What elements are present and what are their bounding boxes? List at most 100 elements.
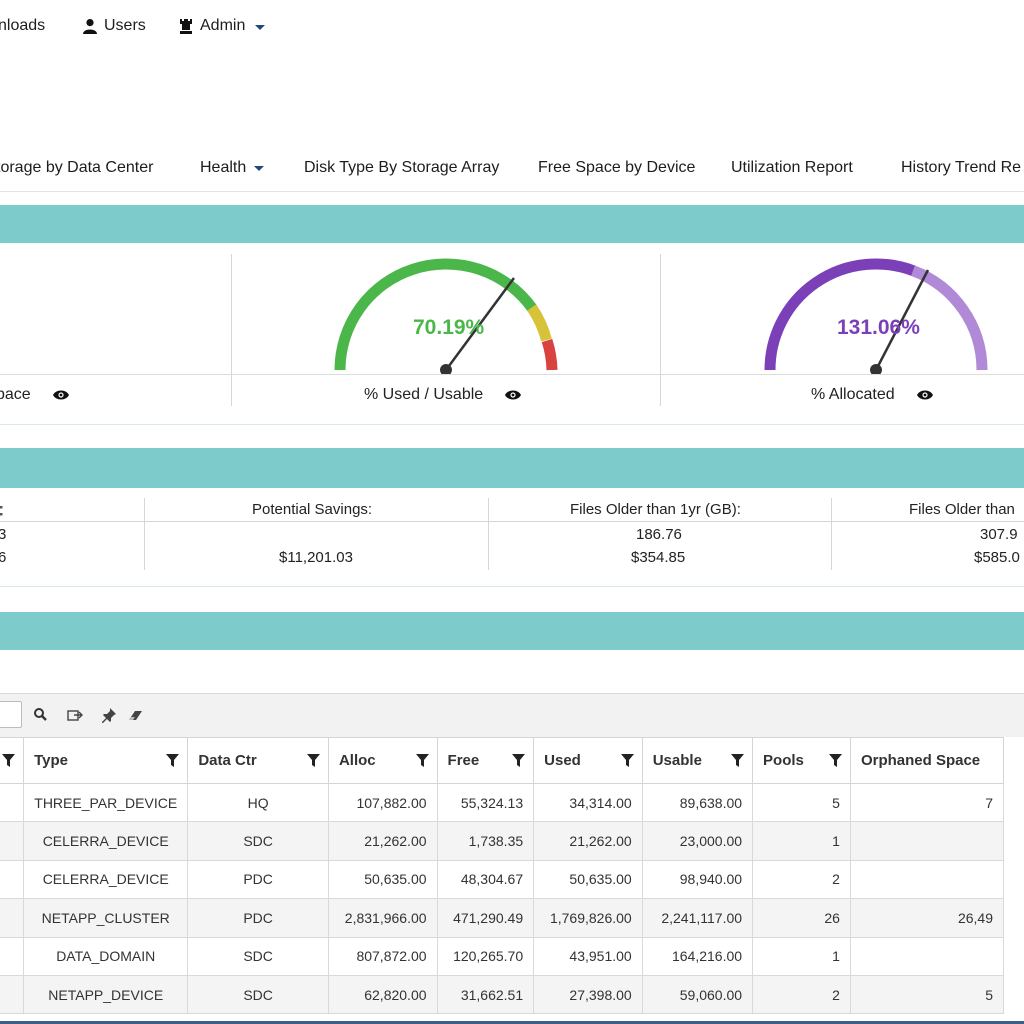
column-header-label: Data Ctr <box>198 752 257 769</box>
used-usable-caption: % Used / Usable <box>364 386 522 404</box>
export-icon[interactable] <box>66 706 84 724</box>
table-cell: 120,265.70 <box>436 936 535 976</box>
report-tabs: torage by Data Center Health Disk Type B… <box>0 150 1024 192</box>
table-cell: SDC <box>187 974 329 1015</box>
table-cell: 5 <box>752 782 851 823</box>
table-row[interactable]: THREE_PAR_DEVICE HQ 107,882.00 55,324.13 34,… <box>0 782 1005 823</box>
table-cell: HQ <box>187 782 329 823</box>
table-row[interactable]: CELERRA_DEVICE PDC 50,635.00 48,304.67 50,63… <box>0 859 1005 900</box>
table-body: THREE_PAR_DEVICE HQ 107,882.00 55,324.13 34,… <box>0 782 1005 1015</box>
savings-value: $585.0 <box>974 549 1020 566</box>
tab-label: Disk Type By Storage Array <box>304 159 500 176</box>
eye-icon[interactable] <box>52 389 69 401</box>
table-cell: THREE_PAR_DEVICE <box>23 782 189 823</box>
column-header-orphaned-space[interactable]: Orphaned Space <box>849 737 1005 784</box>
filter-icon[interactable] <box>828 754 842 767</box>
tab-free-space-by-device[interactable]: Free Space by Device <box>538 159 695 177</box>
eye-icon[interactable] <box>505 389 522 401</box>
table-cell: 1 <box>752 936 851 976</box>
filter-icon[interactable] <box>415 754 429 767</box>
column-header-data-ctr[interactable]: Data Ctr <box>187 737 329 784</box>
table-cell: 5 <box>849 974 1005 1015</box>
table-cell: 1,769,826.00 <box>533 898 643 938</box>
table-cell: 21,262.00 <box>327 821 438 861</box>
table-cell: 89,638.00 <box>641 782 754 823</box>
column-header-label: Pools <box>763 752 804 769</box>
table-cell: 34,314.00 <box>533 782 643 823</box>
table-cell: 7 <box>849 782 1005 823</box>
filter-icon[interactable] <box>166 754 180 767</box>
column-header-alloc[interactable]: Alloc <box>327 737 438 784</box>
potential-savings-header: Potential Savings: <box>252 501 373 518</box>
tab-health[interactable]: Health <box>200 159 265 177</box>
table-cell <box>849 859 1005 900</box>
table-cell <box>0 782 25 823</box>
table-cell: 50,635.00 <box>327 859 438 900</box>
device-table: Type Data Ctr Alloc Free Used Usable Poo… <box>0 737 1005 1015</box>
column-header-label: Free <box>447 752 480 769</box>
table-header-row: Type Data Ctr Alloc Free Used Usable Poo… <box>0 737 1005 784</box>
search-icon[interactable] <box>32 706 50 724</box>
table-cell: 27,398.00 <box>533 974 643 1015</box>
column-header-free[interactable]: Free <box>436 737 535 784</box>
table-row[interactable]: CELERRA_DEVICE SDC 21,262.00 1,738.35 21,262… <box>0 821 1005 861</box>
table-cell: 164,216.00 <box>641 936 754 976</box>
table-cell: CELERRA_DEVICE <box>23 859 189 900</box>
nav-downloads-label: nloads <box>0 17 46 34</box>
column-divider <box>831 498 832 570</box>
section-divider <box>0 586 1024 587</box>
caption-label: % Used / Usable <box>364 386 484 403</box>
table-cell: 2 <box>752 859 851 900</box>
table-cell <box>0 821 25 861</box>
tab-storage-by-data-center[interactable]: torage by Data Center <box>0 159 153 177</box>
colon-fragment <box>0 506 3 516</box>
table-cell: PDC <box>187 898 329 938</box>
table-cell <box>0 936 25 976</box>
tab-history-trend[interactable]: History Trend Re <box>901 159 1021 177</box>
used-usable-value: 70.19% <box>413 316 485 339</box>
table-cell <box>0 859 25 900</box>
table-row[interactable]: NETAPP_DEVICE SDC 62,820.00 31,662.51 27,398… <box>0 974 1005 1015</box>
column-header-label: Usable <box>652 752 702 769</box>
filter-icon[interactable] <box>731 754 745 767</box>
nav-admin-label: Admin <box>200 17 246 34</box>
column-header-used[interactable]: Used <box>533 737 643 784</box>
filter-icon[interactable] <box>512 754 526 767</box>
table-cell: CELERRA_DEVICE <box>23 821 189 861</box>
table-cell: 26,49 <box>849 898 1005 938</box>
table-row[interactable]: DATA_DOMAIN SDC 807,872.00 120,265.70 43,951… <box>0 936 1005 976</box>
filter-icon[interactable] <box>2 754 16 767</box>
table-cell <box>0 974 25 1015</box>
eye-icon[interactable] <box>916 389 933 401</box>
table-cell: 107,882.00 <box>327 782 438 823</box>
table-cell: 21,262.00 <box>533 821 643 861</box>
table-row[interactable]: NETAPP_CLUSTER PDC 2,831,966.00 471,290.49 1… <box>0 898 1005 938</box>
column-header[interactable] <box>0 737 25 784</box>
grid-toolbar <box>0 693 1024 737</box>
eraser-icon[interactable] <box>126 706 144 724</box>
column-divider <box>144 498 145 570</box>
filter-icon[interactable] <box>620 754 634 767</box>
table-cell: 2 <box>752 974 851 1015</box>
user-icon <box>83 19 97 34</box>
files-older-header: Files Older than <box>909 501 1015 518</box>
tab-disk-type-by-storage-array[interactable]: Disk Type By Storage Array <box>304 159 499 177</box>
caption-label: % Allocated <box>811 386 895 403</box>
nav-admin[interactable]: Admin <box>178 17 266 35</box>
nav-users[interactable]: Users <box>82 17 146 35</box>
tab-utilization-report[interactable]: Utilization Report <box>731 159 853 177</box>
column-header-pools[interactable]: Pools <box>752 737 851 784</box>
nav-downloads[interactable]: nloads <box>0 17 45 35</box>
pin-icon[interactable] <box>100 706 118 724</box>
filter-icon[interactable] <box>306 754 320 767</box>
column-header-type[interactable]: Type <box>23 737 189 784</box>
table-cell: 23,000.00 <box>641 821 754 861</box>
column-header-usable[interactable]: Usable <box>641 737 754 784</box>
header-divider <box>0 521 1024 522</box>
column-header-label: Orphaned Space <box>860 752 981 769</box>
column-divider <box>660 254 661 406</box>
gauge-divider <box>0 374 1024 375</box>
table-cell: 807,872.00 <box>327 936 438 976</box>
grid-search-input[interactable] <box>0 701 22 728</box>
table-cell: 2,831,966.00 <box>327 898 438 938</box>
